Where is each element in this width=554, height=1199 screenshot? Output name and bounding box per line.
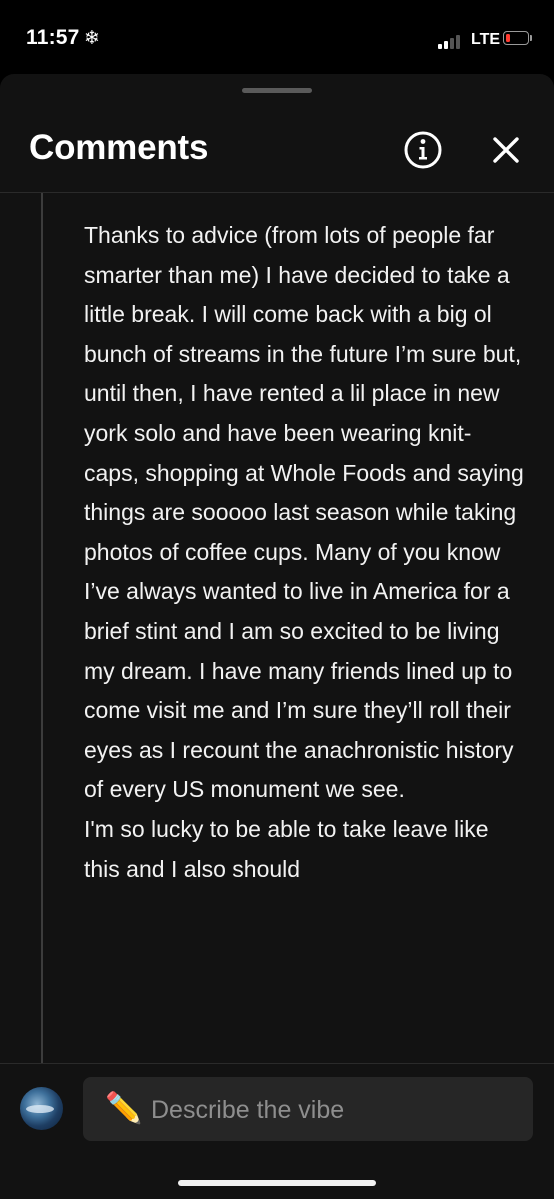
network-type: LTE [471,31,501,48]
close-icon [493,137,519,163]
signal-strength-icon [438,33,466,49]
pencil-icon: ✏️ [105,1092,143,1125]
snowflake-icon: ❄ [84,28,100,49]
comment-input-bar: ✏️ Describe the vibe [0,1063,554,1199]
sheet-header: Comments [0,74,554,193]
avatar[interactable] [20,1087,63,1130]
close-button[interactable] [486,130,526,170]
comment-body: Thanks to advice (from lots of people fa… [84,216,524,889]
info-icon [404,131,442,169]
vibe-placeholder: Describe the vibe [151,1096,345,1124]
comments-sheet: Comments Thanks to advice (from lots of … [0,74,554,1199]
comment-thread[interactable]: Thanks to advice (from lots of people fa… [0,193,554,1063]
describe-vibe-input[interactable]: ✏️ Describe the vibe [83,1077,533,1141]
battery-nub [530,35,532,41]
info-button[interactable] [403,130,443,170]
sheet-title: Comments [29,128,209,167]
thread-line [41,193,43,1063]
comment-paragraph: I'm so lucky to be able to take leave li… [84,815,489,882]
home-indicator[interactable] [178,1180,376,1186]
battery-level [506,34,510,42]
status-bar: 11:57 ❄ LTE [0,0,554,78]
battery-icon [503,31,529,45]
screen: 11:57 ❄ LTE Comments Thanks to advice (f… [0,0,554,1199]
status-time: 11:57 [26,26,80,49]
comment-paragraph: Thanks to advice (from lots of people fa… [84,222,524,803]
